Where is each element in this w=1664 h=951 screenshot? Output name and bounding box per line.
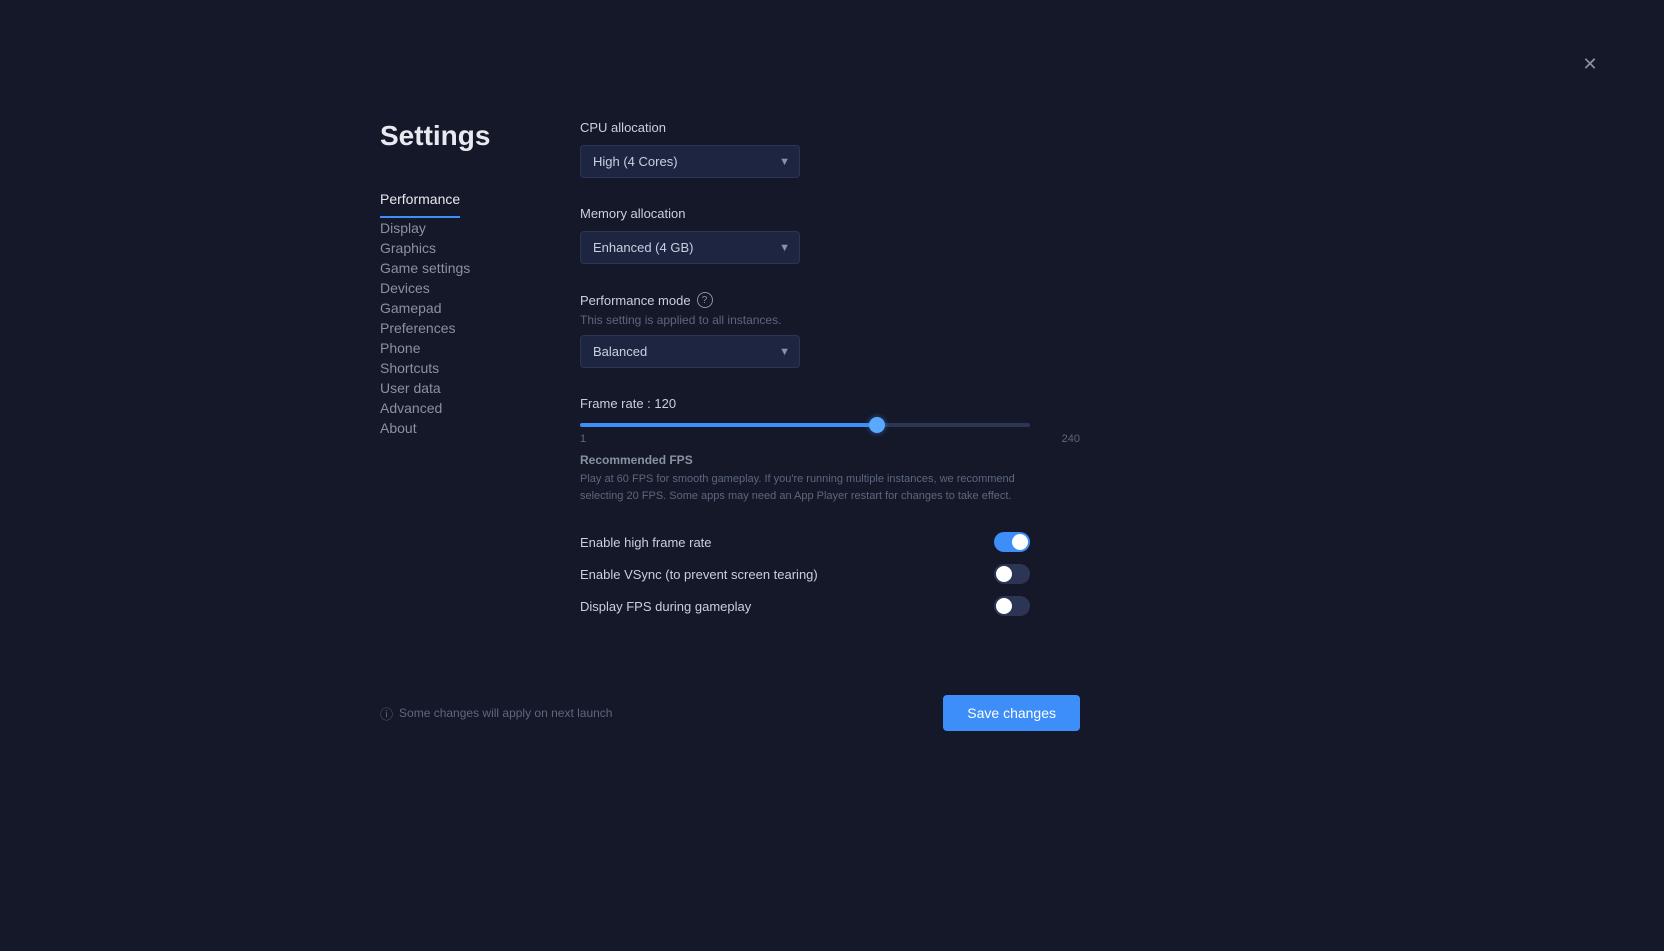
perf-mode-hint: This setting is applied to all instances…	[580, 313, 1080, 327]
cpu-select[interactable]: Low (1 Core)Medium (2 Cores)High (4 Core…	[580, 145, 800, 178]
slider-range-labels: 1 240	[580, 433, 1080, 445]
slider-fill	[580, 423, 877, 427]
info-icon: ⓘ	[380, 704, 393, 723]
frame-rate-section: Frame rate : 120 1 240 Recommended FPS P…	[580, 396, 1080, 504]
cpu-label: CPU allocation	[580, 120, 1080, 135]
toggle-thumb	[996, 598, 1012, 614]
toggle-label: Enable VSync (to prevent screen tearing)	[580, 567, 818, 582]
toggle-row: Enable high frame rate	[580, 532, 1030, 552]
perf-mode-section: Performance mode ? This setting is appli…	[580, 292, 1080, 368]
perf-mode-select[interactable]: LowBalancedHigh	[580, 335, 800, 368]
save-changes-button[interactable]: Save changes	[943, 695, 1080, 731]
perf-mode-help-icon[interactable]: ?	[697, 292, 713, 308]
slider-thumb[interactable]	[869, 417, 885, 433]
toggle-row: Display FPS during gameplay	[580, 596, 1030, 616]
sidebar-nav: PerformanceDisplayGraphicsGame settingsD…	[380, 182, 560, 438]
page-title: Settings	[380, 120, 560, 152]
toggle-thumb	[996, 566, 1012, 582]
perf-mode-label-row: Performance mode ?	[580, 292, 1080, 308]
toggle-switch[interactable]	[994, 596, 1030, 616]
cpu-select-wrapper: Low (1 Core)Medium (2 Cores)High (4 Core…	[580, 145, 800, 178]
sidebar: Settings PerformanceDisplayGraphicsGame …	[380, 120, 560, 628]
toggle-row: Enable VSync (to prevent screen tearing)	[580, 564, 1030, 584]
frame-rate-label: Frame rate : 120	[580, 396, 1080, 411]
slider-max: 240	[1062, 433, 1080, 445]
perf-mode-select-wrapper: LowBalancedHigh ▼	[580, 335, 800, 368]
slider-track[interactable]	[580, 423, 1030, 427]
footer-note-text: Some changes will apply on next launch	[399, 706, 612, 720]
memory-select[interactable]: Low (1 GB)Medium (2 GB)Enhanced (4 GB)Hi…	[580, 231, 800, 264]
sidebar-item-about[interactable]: About	[380, 411, 417, 445]
main-content: CPU allocation Low (1 Core)Medium (2 Cor…	[560, 120, 1080, 628]
memory-section: Memory allocation Low (1 GB)Medium (2 GB…	[580, 206, 1080, 264]
frame-rate-slider-container[interactable]	[580, 423, 1030, 427]
memory-select-wrapper: Low (1 GB)Medium (2 GB)Enhanced (4 GB)Hi…	[580, 231, 800, 264]
slider-min: 1	[580, 433, 586, 445]
toggle-label: Enable high frame rate	[580, 535, 712, 550]
close-button[interactable]: ✕	[1576, 50, 1604, 78]
recommended-fps-desc: Play at 60 FPS for smooth gameplay. If y…	[580, 471, 1030, 504]
toggle-switch[interactable]	[994, 532, 1030, 552]
recommended-fps-title: Recommended FPS	[580, 453, 1080, 467]
perf-mode-label: Performance mode	[580, 293, 691, 308]
settings-panel: Settings PerformanceDisplayGraphicsGame …	[380, 120, 1080, 628]
toggle-thumb	[1012, 534, 1028, 550]
toggle-label: Display FPS during gameplay	[580, 599, 751, 614]
toggle-list: Enable high frame rate Enable VSync (to p…	[580, 532, 1080, 616]
cpu-section: CPU allocation Low (1 Core)Medium (2 Cor…	[580, 120, 1080, 178]
footer: ⓘ Some changes will apply on next launch…	[380, 695, 1080, 731]
footer-note: ⓘ Some changes will apply on next launch	[380, 704, 612, 723]
memory-label: Memory allocation	[580, 206, 1080, 221]
toggle-switch[interactable]	[994, 564, 1030, 584]
